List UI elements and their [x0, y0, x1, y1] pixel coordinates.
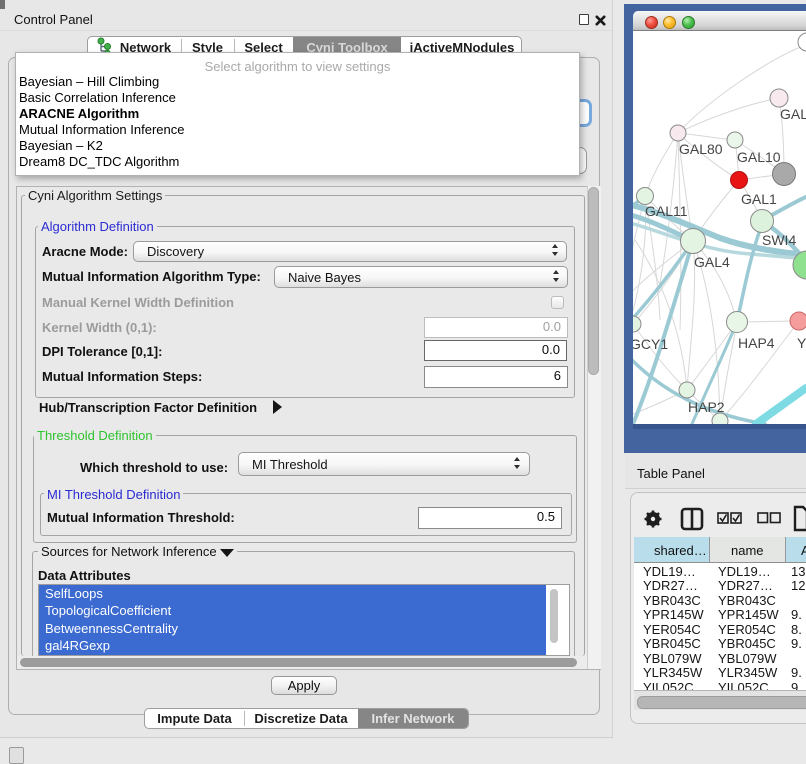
svg-text:Y: Y	[797, 335, 806, 351]
svg-text:GAL4: GAL4	[694, 254, 730, 270]
svg-text:GCY1: GCY1	[633, 336, 668, 352]
svg-text:GAL11: GAL11	[645, 203, 688, 219]
svg-text:HAP2: HAP2	[688, 399, 725, 415]
svg-text:GAL80: GAL80	[679, 141, 723, 157]
svg-text:SWI4: SWI4	[762, 232, 796, 248]
svg-text:HAP4: HAP4	[738, 335, 775, 351]
svg-text:GAL10: GAL10	[737, 149, 781, 165]
svg-text:GAL1: GAL1	[741, 191, 777, 207]
svg-text:GAL7: GAL7	[780, 106, 806, 122]
